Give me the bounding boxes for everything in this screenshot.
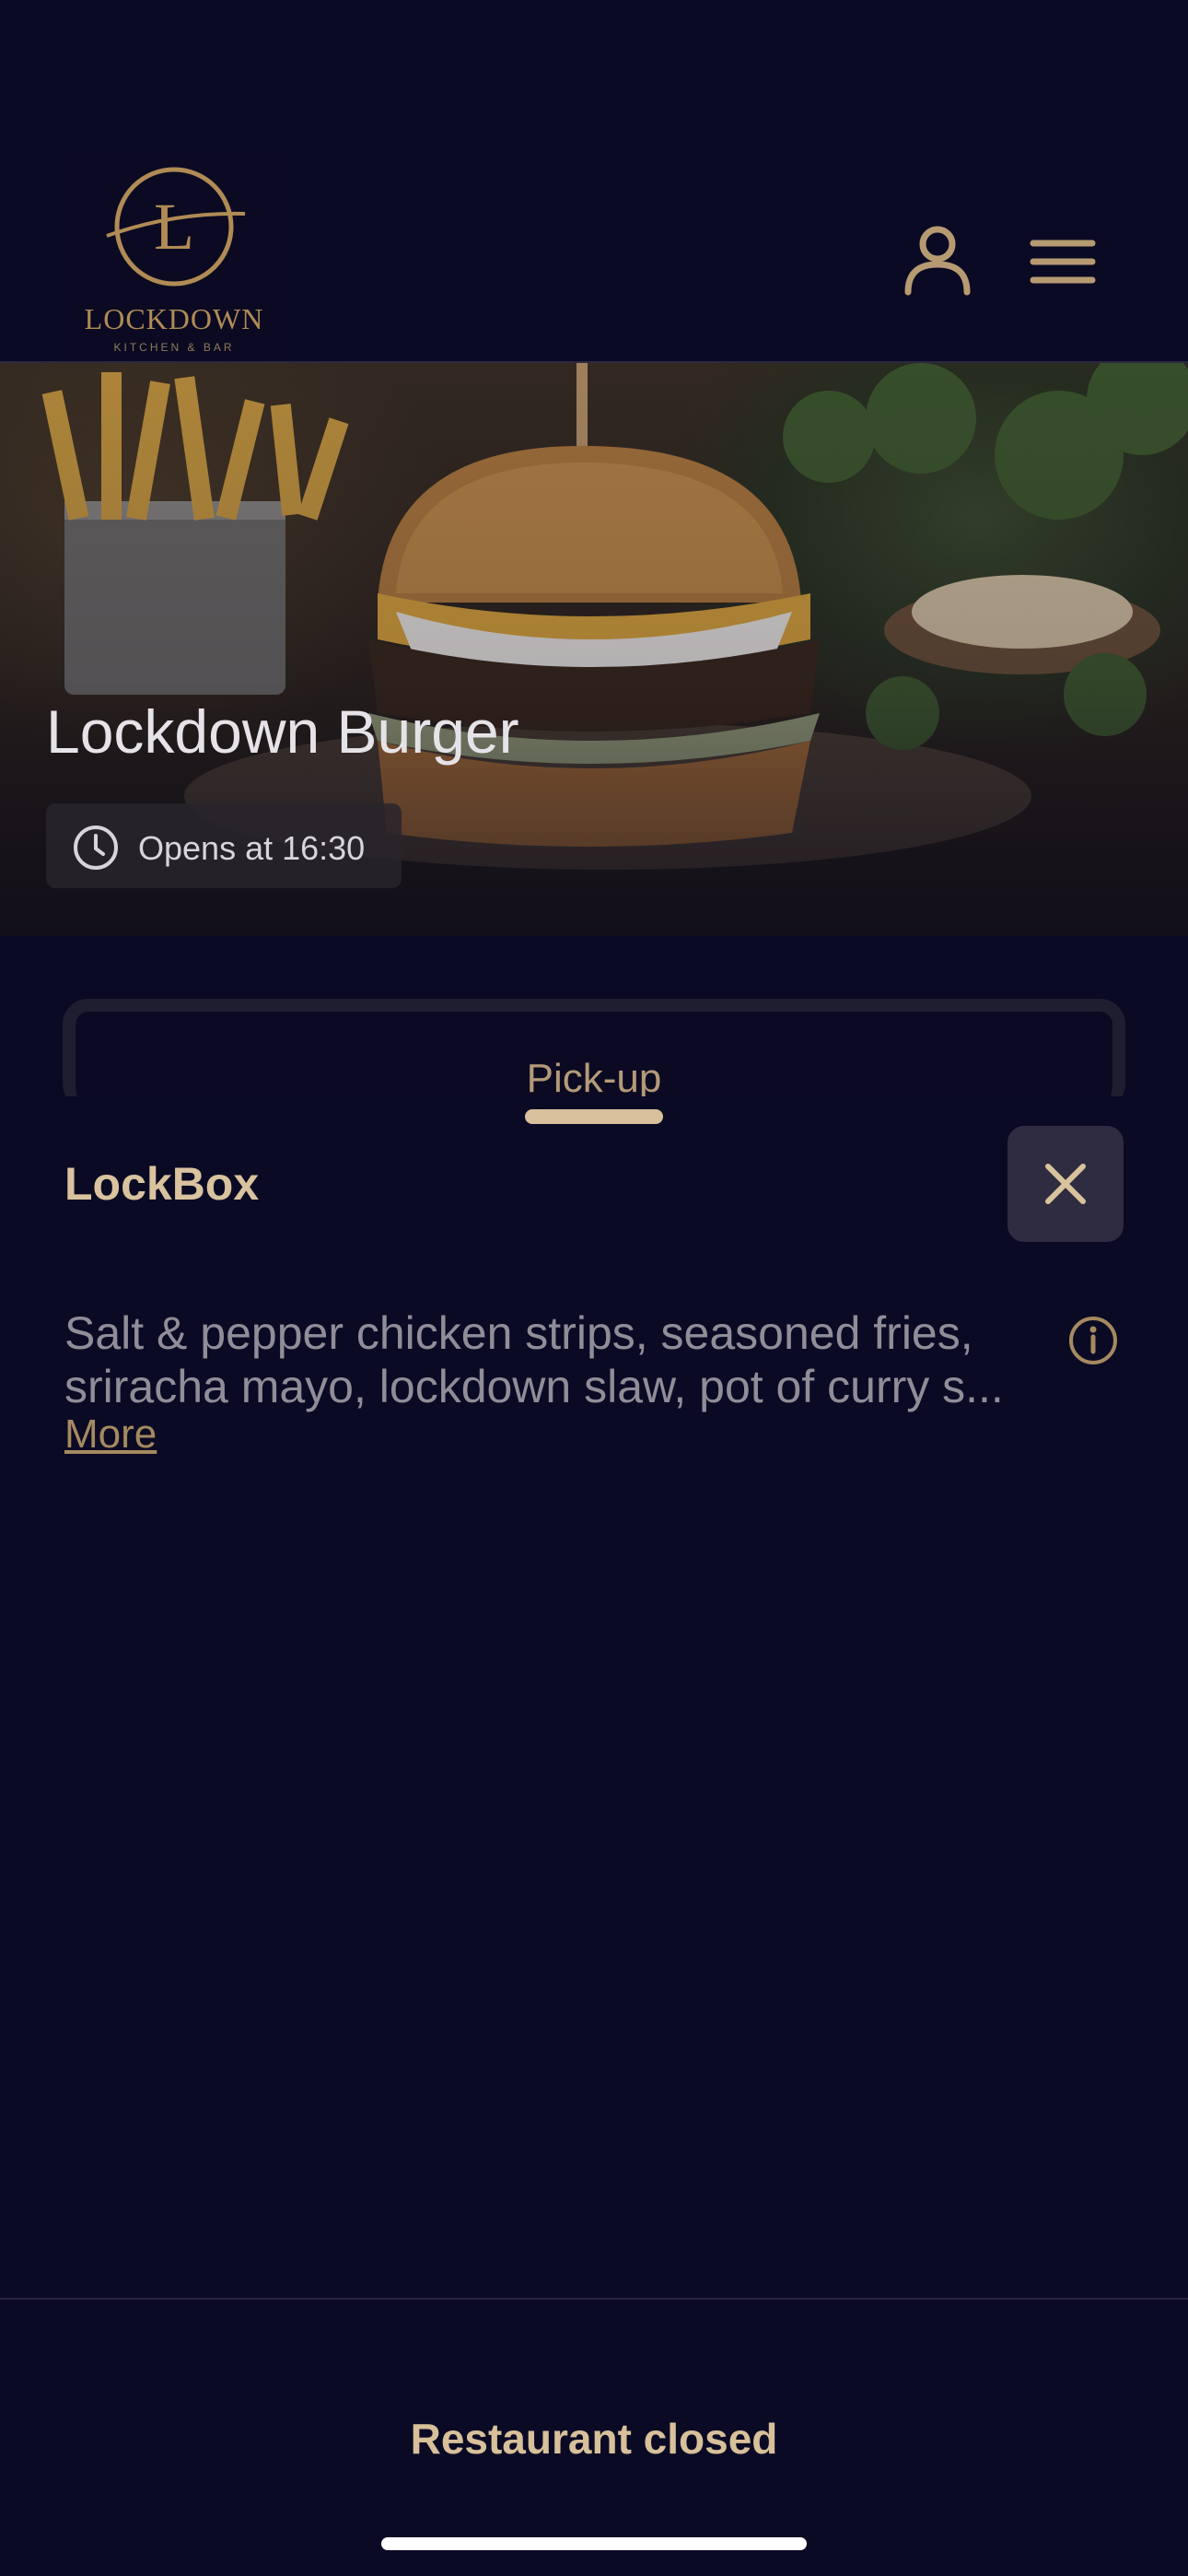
restaurant-title: Lockdown Burger — [46, 697, 519, 766]
opening-hours-text: Opens at 16:30 — [138, 829, 366, 867]
item-description: Salt & pepper chicken strips, seasoned f… — [64, 1306, 1041, 1413]
hero-banner: Lockdown Burger Opens at 16:30 — [0, 363, 1188, 936]
clock-icon — [74, 825, 118, 870]
active-tab-indicator — [525, 1109, 663, 1124]
close-button[interactable] — [1007, 1126, 1124, 1242]
app-screen: L LOCKDOWN KITCHEN & BAR Lockdown Burger… — [0, 0, 1188, 2576]
close-icon — [1045, 1164, 1086, 1204]
logo-name: LOCKDOWN — [84, 302, 264, 335]
footer-divider — [0, 2298, 1188, 2300]
logo-subtitle: KITCHEN & BAR — [113, 341, 235, 354]
tab-pickup[interactable]: Pick-up — [0, 1056, 1188, 1102]
more-link[interactable]: More — [64, 1411, 157, 1458]
opening-hours-badge: Opens at 16:30 — [46, 803, 402, 888]
restaurant-status: Restaurant closed — [410, 2415, 778, 2463]
description-line-2: sriracha mayo, lockdown slaw, pot of cur… — [64, 1361, 1004, 1412]
user-icon[interactable] — [903, 226, 973, 296]
description-line-1: Salt & pepper chicken strips, seasoned f… — [64, 1307, 973, 1359]
logo-letter: L — [154, 190, 194, 263]
brand-logo[interactable]: L LOCKDOWN KITCHEN & BAR — [63, 157, 285, 373]
top-header: L LOCKDOWN KITCHEN & BAR — [0, 0, 1188, 373]
item-bottom-sheet: LockBox Salt & pepper chicken strips, se… — [0, 1096, 1188, 2576]
info-icon[interactable] — [1066, 1314, 1120, 1367]
menu-icon[interactable] — [1028, 238, 1098, 286]
logo-emblem-icon: L — [106, 167, 246, 287]
home-indicator[interactable] — [381, 2537, 807, 2550]
sheet-title: LockBox — [64, 1158, 260, 1210]
